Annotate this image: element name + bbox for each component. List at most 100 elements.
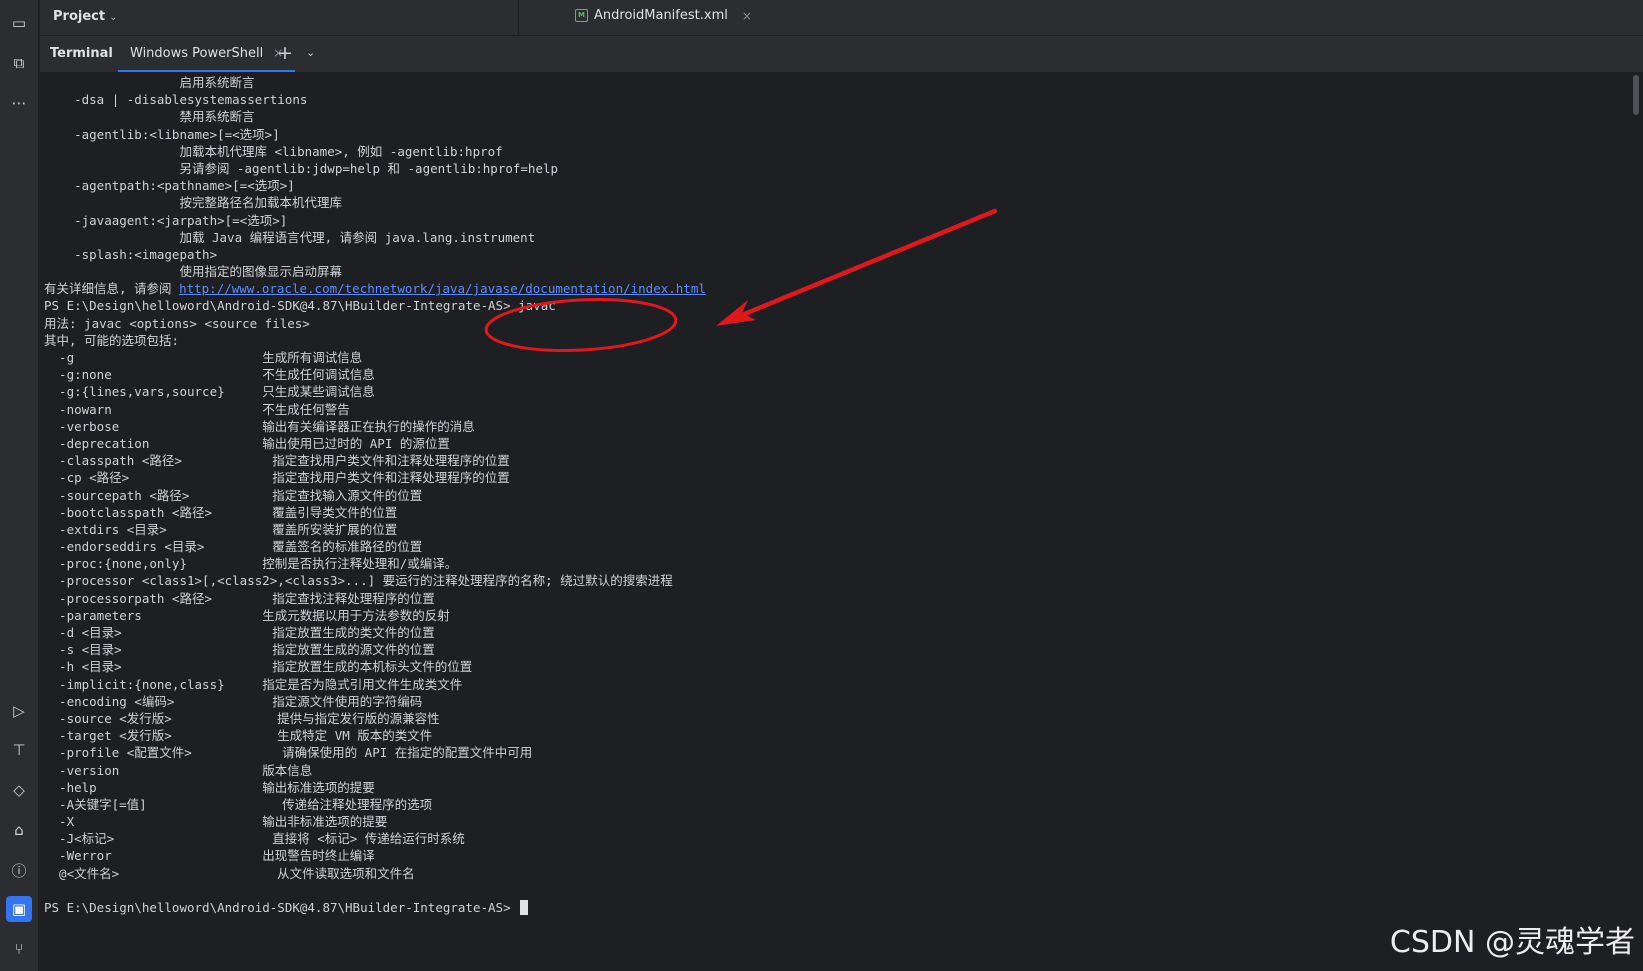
terminal-text: -J<标记> 直接将 <标记> 传递给运行时系统 (44, 831, 465, 847)
terminal-text: -bootclasspath <路径> 覆盖引导类文件的位置 (44, 504, 398, 520)
terminal-line: -deprecation 输出使用已过时的 API 的源位置 (44, 435, 1643, 452)
build-icon[interactable]: ⊤ (6, 737, 32, 763)
terminal-line: -agentpath:<pathname>[=<选项>] (44, 177, 1643, 194)
tool-window-sidebar: ▭ ⧉ ⋯ ▷ ⊤ ◇ ⌂ ⓘ ▣ ⑂ (0, 0, 39, 971)
terminal-text: -A关键字[=值] 传递给注释处理程序的选项 (44, 796, 433, 812)
terminal-line: 使用指定的图像显示启动屏幕 (44, 263, 1643, 280)
terminal-text: PS E:\Design\helloword\Android-SDK@4.87\… (44, 298, 556, 314)
terminal-text: -target <发行版> 生成特定 VM 版本的类文件 (44, 728, 433, 744)
terminal-icon[interactable]: ▣ (6, 896, 32, 922)
terminal-line: -X 输出非标准选项的提要 (44, 813, 1643, 830)
terminal-line: -profile <配置文件> 请确保使用的 API 在指定的配置文件中可用 (44, 744, 1643, 761)
terminal-text: -dsa | -disablesystemassertions (44, 92, 308, 108)
chevron-down-icon: ⌄ (109, 12, 118, 23)
terminal-text: 用法: javac <options> <source files> (44, 315, 310, 331)
terminal-text: 另请参阅 -agentlib:jdwp=help 和 -agentlib:hpr… (44, 160, 559, 176)
terminal-text: -help 输出标准选项的提要 (44, 779, 375, 795)
terminal-line: 启用系统断言 (44, 74, 1643, 91)
terminal-line: PS E:\Design\helloword\Android-SDK@4.87\… (44, 297, 1643, 314)
terminal-text: -X 输出非标准选项的提要 (44, 814, 388, 830)
tab-windows-powershell[interactable]: Windows PowerShell × (118, 36, 296, 72)
device-icon[interactable]: ⌂ (6, 817, 32, 843)
gem-icon[interactable]: ◇ (6, 777, 32, 803)
terminal-line: -d <目录> 指定放置生成的类文件的位置 (44, 624, 1643, 641)
terminal-text: -processorpath <路径> 指定查找注释处理程序的位置 (44, 590, 435, 606)
terminal-text: -cp <路径> 指定查找用户类文件和注释处理程序的位置 (44, 470, 510, 486)
terminal-output[interactable]: 启用系统断言 -dsa | -disablesystemassertions 禁… (40, 72, 1643, 971)
terminal-line: -splash:<imagepath> (44, 246, 1643, 263)
terminal-line: -dsa | -disablesystemassertions (44, 91, 1643, 108)
project-dropdown[interactable]: Project ⌄ (53, 9, 117, 24)
terminal-line: -h <目录> 指定放置生成的本机标头文件的位置 (44, 658, 1643, 675)
terminal-line: -proc:{none,only} 控制是否执行注释处理和/或编译。 (44, 555, 1643, 572)
terminal-text: 启用系统断言 (44, 75, 255, 90)
terminal-text: -implicit:{none,class} 指定是否为隐式引用文件生成类文件 (44, 676, 463, 692)
terminal-line: -classpath <路径> 指定查找用户类文件和注释处理程序的位置 (44, 452, 1643, 469)
tab-android-manifest[interactable]: M AndroidManifest.xml × (575, 8, 752, 23)
terminal-text: -classpath <路径> 指定查找用户类文件和注释处理程序的位置 (44, 453, 510, 469)
terminal-line: -J<标记> 直接将 <标记> 传递给运行时系统 (44, 830, 1643, 847)
editor-tabs: M AndroidManifest.xml × (518, 0, 1643, 35)
terminal-text: -endorseddirs <目录> 覆盖签名的标准路径的位置 (44, 539, 423, 555)
terminal-line: -g 生成所有调试信息 (44, 349, 1643, 366)
terminal-text: @<文件名> 从文件读取选项和文件名 (44, 865, 415, 881)
terminal-line: 按完整路径名加载本机代理库 (44, 194, 1643, 211)
terminal-line: -javaagent:<jarpath>[=<选项>] (44, 212, 1643, 229)
structure-icon[interactable]: ⧉ (6, 50, 32, 76)
terminal-line: -A关键字[=值] 传递给注释处理程序的选项 (44, 796, 1643, 813)
terminal-line: -g:none 不生成任何调试信息 (44, 366, 1643, 383)
terminal-text: -g 生成所有调试信息 (44, 350, 363, 365)
terminal-text: -h <目录> 指定放置生成的本机标头文件的位置 (44, 659, 473, 675)
terminal-text: -source <发行版> 提供与指定发行版的源兼容性 (44, 710, 440, 726)
run-icon[interactable]: ▷ (6, 698, 32, 724)
terminal-line: -nowarn 不生成任何警告 (44, 401, 1643, 418)
problems-icon[interactable]: ⓘ (6, 857, 32, 883)
terminal-text: -verbose 输出有关编译器正在执行的操作的消息 (44, 418, 475, 434)
terminal-text: -processor <class1>[,<class2>,<class3>..… (44, 573, 673, 589)
info-text: 有关详细信息, 请参阅 (44, 281, 180, 297)
terminal-line: -s <目录> 指定放置生成的源文件的位置 (44, 641, 1643, 658)
terminal-line: -bootclasspath <路径> 覆盖引导类文件的位置 (44, 504, 1643, 521)
terminal-title: Terminal (50, 46, 113, 61)
terminal-text: -javaagent:<jarpath>[=<选项>] (44, 212, 288, 228)
terminal-line: -extdirs <目录> 覆盖所安装扩展的位置 (44, 521, 1643, 538)
project-label: Project (53, 9, 106, 24)
terminal-line: -help 输出标准选项的提要 (44, 779, 1643, 796)
xml-file-icon: M (575, 9, 588, 22)
watermark: CSDN @灵魂学者 (1389, 925, 1635, 960)
add-tab-icon[interactable]: + (277, 42, 293, 64)
terminal-line: -target <发行版> 生成特定 VM 版本的类文件 (44, 727, 1643, 744)
chevron-down-icon[interactable]: ⌄ (306, 46, 315, 59)
terminal-line: 另请参阅 -agentlib:jdwp=help 和 -agentlib:hpr… (44, 160, 1643, 177)
terminal-tab-label: Windows PowerShell (130, 45, 264, 61)
terminal-line: PS E:\Design\helloword\Android-SDK@4.87\… (44, 899, 1643, 916)
terminal-line: -processorpath <路径> 指定查找注释处理程序的位置 (44, 590, 1643, 607)
terminal-text: -s <目录> 指定放置生成的源文件的位置 (44, 642, 435, 658)
terminal-line: 用法: javac <options> <source files> (44, 315, 1643, 332)
terminal-line: -verbose 输出有关编译器正在执行的操作的消息 (44, 418, 1643, 435)
terminal-text: 按完整路径名加载本机代理库 (44, 195, 342, 211)
terminal-text: -agentlib:<libname>[=<选项>] (44, 126, 280, 142)
terminal-text: -g:none 不生成任何调试信息 (44, 367, 375, 383)
more-icon[interactable]: ⋯ (6, 90, 32, 116)
terminal-line: -agentlib:<libname>[=<选项>] (44, 126, 1643, 143)
close-icon[interactable]: × (742, 9, 752, 23)
terminal-line: 其中, 可能的选项包括: (44, 332, 1643, 349)
terminal-text: 加载 Java 编程语言代理, 请参阅 java.lang.instrument (44, 229, 536, 245)
git-icon[interactable]: ⑂ (6, 936, 32, 962)
scrollbar[interactable] (1633, 75, 1639, 115)
terminal-text: -sourcepath <路径> 指定查找输入源文件的位置 (44, 487, 423, 503)
terminal-text: PS E:\Design\helloword\Android-SDK@4.87\… (44, 900, 519, 915)
terminal-text: -parameters 生成元数据以用于方法参数的反射 (44, 607, 450, 623)
terminal-line: -g:{lines,vars,source} 只生成某些调试信息 (44, 383, 1643, 400)
terminal-header: Terminal Windows PowerShell × + ⌄ (40, 36, 1643, 72)
terminal-line: -processor <class1>[,<class2>,<class3>..… (44, 572, 1643, 589)
documentation-link[interactable]: http://www.oracle.com/technetwork/java/j… (179, 281, 706, 296)
folder-icon[interactable]: ▭ (6, 10, 32, 36)
terminal-text: -version 版本信息 (44, 762, 313, 778)
terminal-text: 加载本机代理库 <libname>, 例如 -agentlib:hprof (44, 143, 503, 159)
terminal-line: -endorseddirs <目录> 覆盖签名的标准路径的位置 (44, 538, 1643, 555)
text-cursor (520, 900, 529, 915)
terminal-line: @<文件名> 从文件读取选项和文件名 (44, 865, 1643, 882)
